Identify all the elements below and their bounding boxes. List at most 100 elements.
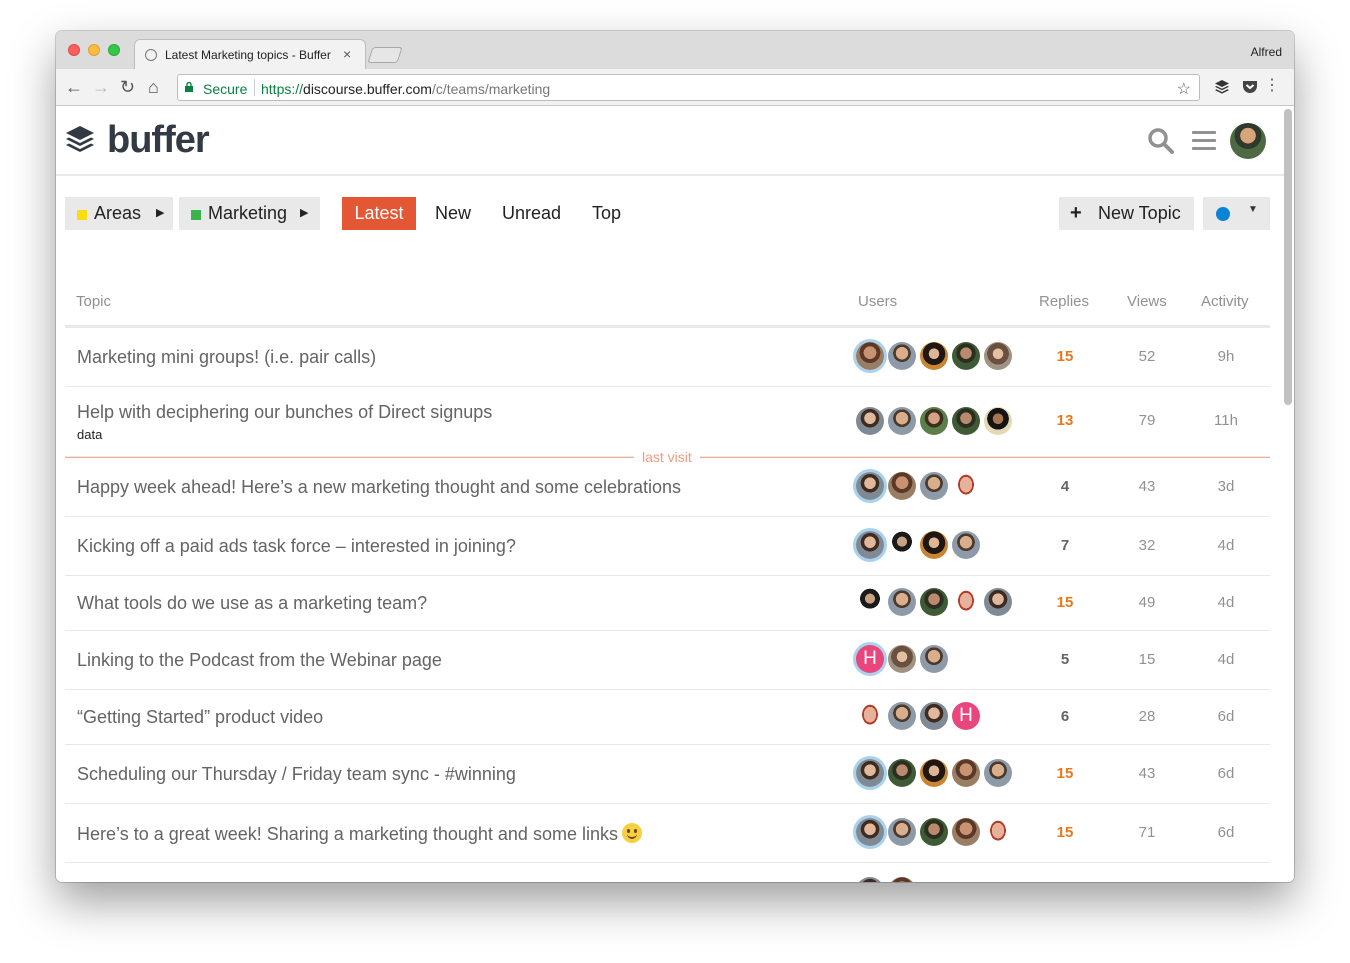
bookmark-star-icon[interactable]: ☆ [1177, 79, 1191, 99]
activity-time[interactable]: 4d [1206, 651, 1246, 668]
user-avatar[interactable] [984, 342, 1012, 370]
replies-count[interactable]: 6 [1045, 708, 1085, 725]
user-avatar[interactable] [920, 531, 948, 559]
user-avatar[interactable] [920, 472, 948, 500]
user-avatar[interactable] [856, 407, 884, 435]
table-row[interactable]: Linking to the Podcast from the Webinar … [65, 631, 1270, 690]
user-avatar[interactable] [984, 759, 1012, 787]
replies-count[interactable]: 7 [1045, 537, 1085, 554]
new-tab-button[interactable] [367, 47, 403, 63]
table-row[interactable]: “Getting Started” product video H 6 28 6d [65, 690, 1270, 745]
user-avatar[interactable] [888, 877, 916, 882]
activity-time[interactable]: 11h [1206, 412, 1246, 429]
topic-title-link[interactable]: Happy week ahead! Here’s a new marketing… [77, 477, 681, 498]
user-avatar[interactable]: H [856, 645, 884, 673]
breadcrumb-marketing[interactable]: Marketing ▶ [179, 197, 320, 230]
user-avatar[interactable] [920, 407, 948, 435]
user-avatar[interactable] [856, 759, 884, 787]
user-avatar[interactable] [888, 472, 916, 500]
topic-tag[interactable]: data [77, 427, 102, 442]
user-avatar[interactable] [984, 407, 1012, 435]
user-avatar[interactable] [856, 588, 884, 616]
user-avatar[interactable] [920, 702, 948, 730]
table-row[interactable]: Giving tacos to say, “I appreciate you!”… [65, 863, 1270, 882]
replies-count[interactable]: 15 [1045, 594, 1085, 611]
forward-arrow-icon[interactable]: → [92, 76, 110, 98]
user-avatar[interactable] [920, 588, 948, 616]
table-row[interactable]: Marketing mini groups! (i.e. pair calls)… [65, 328, 1270, 387]
page-scrollbar[interactable] [1284, 109, 1292, 405]
user-avatar[interactable] [856, 472, 884, 500]
close-tab-icon[interactable]: × [343, 46, 351, 62]
user-avatar[interactable] [856, 342, 884, 370]
activity-time[interactable]: 4d [1206, 537, 1246, 554]
user-avatar[interactable] [888, 645, 916, 673]
hamburger-menu-icon[interactable] [1192, 131, 1216, 151]
nav-new[interactable]: New [435, 197, 471, 230]
user-avatar[interactable] [952, 407, 980, 435]
minimize-window-button[interactable] [88, 44, 100, 56]
table-row[interactable]: Help with deciphering our bunches of Dir… [65, 387, 1270, 457]
user-avatar[interactable] [856, 818, 884, 846]
user-avatar[interactable] [888, 702, 916, 730]
url-text[interactable]: https://discourse.buffer.com/c/teams/mar… [261, 81, 550, 97]
user-avatar[interactable] [920, 818, 948, 846]
browser-tab[interactable]: Latest Marketing topics - Buffer × [134, 39, 366, 69]
nav-unread[interactable]: Unread [502, 197, 561, 230]
column-header-topic[interactable]: Topic [76, 293, 111, 310]
topic-title-link[interactable]: Scheduling our Thursday / Friday team sy… [77, 764, 516, 785]
user-avatar[interactable] [856, 702, 884, 730]
user-avatar[interactable] [856, 877, 884, 882]
user-avatar[interactable] [920, 342, 948, 370]
pocket-extension-icon[interactable] [1242, 79, 1258, 95]
replies-count[interactable]: 15 [1045, 824, 1085, 841]
maximize-window-button[interactable] [108, 44, 120, 56]
column-header-activity[interactable]: Activity [1201, 293, 1249, 310]
table-row[interactable]: What tools do we use as a marketing team… [65, 576, 1270, 631]
activity-time[interactable]: 4d [1206, 594, 1246, 611]
buffer-logo-icon[interactable] [66, 126, 94, 156]
user-avatar[interactable] [952, 531, 980, 559]
user-avatar[interactable] [952, 588, 980, 616]
user-avatar[interactable] [888, 818, 916, 846]
new-topic-button[interactable]: + New Topic [1059, 197, 1194, 230]
user-avatar[interactable] [952, 342, 980, 370]
user-avatar[interactable] [888, 531, 916, 559]
notification-level-button[interactable]: ▼ [1203, 197, 1270, 230]
current-user-avatar[interactable] [1230, 123, 1266, 159]
user-avatar[interactable] [888, 588, 916, 616]
table-row[interactable]: Kicking off a paid ads task force – inte… [65, 517, 1270, 576]
topic-title-link[interactable]: What tools do we use as a marketing team… [77, 593, 427, 614]
user-avatar[interactable] [984, 818, 1012, 846]
table-row[interactable]: Scheduling our Thursday / Friday team sy… [65, 745, 1270, 804]
activity-time[interactable]: 9h [1206, 348, 1246, 365]
activity-time[interactable]: 6d [1206, 765, 1246, 782]
replies-count[interactable]: 5 [1045, 651, 1085, 668]
site-logo-text[interactable]: buffer [107, 119, 210, 162]
user-avatar[interactable] [888, 342, 916, 370]
activity-time[interactable]: 6d [1206, 824, 1246, 841]
activity-time[interactable]: 6d [1206, 708, 1246, 725]
topic-title-link[interactable]: “Getting Started” product video [77, 707, 323, 728]
user-avatar[interactable] [952, 759, 980, 787]
profile-name[interactable]: Alfred [1251, 45, 1282, 59]
buffer-extension-icon[interactable] [1214, 79, 1230, 95]
user-avatar[interactable] [952, 472, 980, 500]
replies-count[interactable]: 15 [1045, 765, 1085, 782]
topic-title-link[interactable]: Here’s to a great week! Sharing a market… [77, 823, 642, 845]
home-icon[interactable]: ⌂ [148, 76, 159, 98]
browser-menu-icon[interactable]: ⋮ [1264, 76, 1280, 96]
user-avatar[interactable] [888, 759, 916, 787]
user-avatar[interactable] [984, 588, 1012, 616]
user-avatar[interactable] [920, 645, 948, 673]
replies-count[interactable]: 15 [1045, 348, 1085, 365]
table-row[interactable]: Happy week ahead! Here’s a new marketing… [65, 458, 1270, 517]
replies-count[interactable]: 13 [1045, 412, 1085, 429]
column-header-views[interactable]: Views [1127, 293, 1167, 310]
nav-latest[interactable]: Latest [342, 197, 416, 230]
reload-icon[interactable]: ↻ [120, 76, 135, 98]
user-avatar[interactable]: H [952, 702, 980, 730]
address-bar[interactable]: Secure https://discourse.buffer.com/c/te… [177, 74, 1200, 101]
topic-title-link[interactable]: Linking to the Podcast from the Webinar … [77, 650, 442, 671]
table-row[interactable]: Here’s to a great week! Sharing a market… [65, 804, 1270, 863]
